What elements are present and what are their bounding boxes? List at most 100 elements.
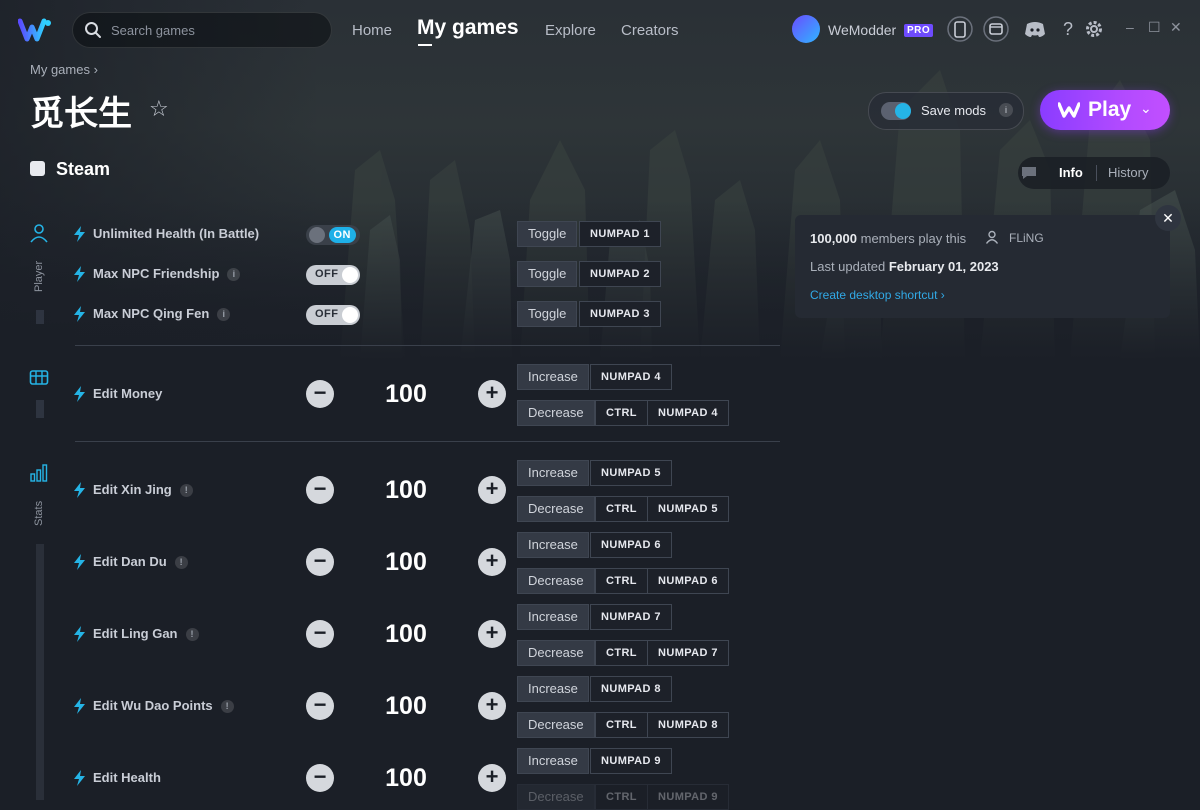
close-window-button[interactable]: ✕	[1170, 20, 1184, 34]
hotkey-key[interactable]: NUMPAD 8	[590, 676, 672, 702]
info-icon[interactable]: i	[217, 308, 231, 321]
increase-button[interactable]: +	[478, 548, 506, 576]
tab-info[interactable]: Info	[1059, 165, 1083, 180]
hotkey-action[interactable]: Decrease	[517, 784, 595, 810]
mod-toggle[interactable]: ON	[306, 225, 360, 245]
comment-icon[interactable]	[1021, 166, 1037, 180]
hotkey-key[interactable]: NUMPAD 4	[590, 364, 672, 390]
hotkey-action[interactable]: Decrease	[517, 640, 595, 666]
hotkey-action[interactable]: Decrease	[517, 568, 595, 594]
hotkey-modifier[interactable]: CTRL	[595, 496, 648, 522]
nav-creators[interactable]: Creators	[621, 22, 679, 39]
sidebar-scroll-track[interactable]	[36, 544, 44, 800]
decrease-button[interactable]: −	[306, 476, 334, 504]
player-icon[interactable]	[29, 223, 49, 243]
nav-active-indicator	[418, 44, 432, 46]
hotkey-key[interactable]: NUMPAD 4	[647, 400, 729, 426]
increase-button[interactable]: +	[478, 764, 506, 792]
hotkey-action[interactable]: Toggle	[517, 301, 578, 327]
stats-icon[interactable]	[29, 463, 49, 483]
hotkey-key[interactable]: NUMPAD 9	[647, 784, 729, 810]
info-icon[interactable]: i	[999, 103, 1013, 117]
nav-my-games[interactable]: My games	[417, 16, 519, 40]
mod-name: Unlimited Health (In Battle)	[93, 226, 260, 241]
hotkey-action[interactable]: Increase	[517, 532, 589, 558]
create-shortcut-link[interactable]: Create desktop shortcut ›	[810, 288, 945, 302]
warning-icon[interactable]: !	[220, 700, 234, 713]
mod-toggle[interactable]: OFF	[306, 305, 360, 325]
hotkey-action[interactable]: Toggle	[517, 221, 578, 247]
nav-home[interactable]: Home	[352, 22, 392, 39]
mod-value[interactable]: 100	[356, 380, 456, 409]
hotkey-action[interactable]: Increase	[517, 364, 589, 390]
hotkey-modifier[interactable]: CTRL	[595, 784, 648, 810]
settings-gear-icon[interactable]	[1081, 16, 1107, 42]
mod-toggle[interactable]: OFF	[306, 265, 360, 285]
search-input[interactable]: Search games	[72, 12, 332, 48]
hotkey-modifier[interactable]: CTRL	[595, 568, 648, 594]
help-icon[interactable]: ?	[1055, 16, 1081, 42]
hotkey-action[interactable]: Increase	[517, 748, 589, 774]
hotkey-key[interactable]: NUMPAD 6	[590, 532, 672, 558]
mod-value[interactable]: 100	[356, 476, 456, 505]
tab-history[interactable]: History	[1108, 165, 1148, 180]
hotkey-key[interactable]: NUMPAD 2	[579, 261, 661, 287]
hotkey-action[interactable]: Increase	[517, 460, 589, 486]
hotkey-key[interactable]: NUMPAD 8	[647, 712, 729, 738]
discord-icon[interactable]	[1022, 16, 1048, 42]
increase-button[interactable]: +	[478, 620, 506, 648]
hotkey-action[interactable]: Decrease	[517, 712, 595, 738]
maximize-button[interactable]: ☐	[1148, 20, 1162, 34]
info-icon[interactable]: i	[227, 268, 241, 281]
mod-value[interactable]: 100	[356, 692, 456, 721]
warning-icon[interactable]: !	[174, 556, 188, 569]
close-icon[interactable]: ✕	[1155, 205, 1181, 231]
hotkey-modifier[interactable]: CTRL	[595, 640, 648, 666]
play-button[interactable]: Play ⌄	[1040, 90, 1170, 130]
decrease-button[interactable]: −	[306, 692, 334, 720]
hotkey-modifier[interactable]: CTRL	[595, 400, 648, 426]
phone-icon[interactable]	[947, 16, 973, 42]
decrease-button[interactable]: −	[306, 620, 334, 648]
overlay-icon[interactable]	[983, 16, 1009, 42]
chevron-down-icon[interactable]: ⌄	[1140, 100, 1152, 117]
increase-button[interactable]: +	[478, 380, 506, 408]
save-mods-switch[interactable]	[881, 102, 911, 120]
inventory-chest-icon[interactable]	[29, 367, 49, 387]
hotkey-key[interactable]: NUMPAD 5	[590, 460, 672, 486]
breadcrumb[interactable]: My games ›	[30, 62, 98, 77]
hotkey-action[interactable]: Decrease	[517, 400, 595, 426]
hotkey-action[interactable]: Toggle	[517, 261, 578, 287]
hotkey-key[interactable]: NUMPAD 5	[647, 496, 729, 522]
bolt-icon	[74, 626, 85, 642]
warning-icon[interactable]: !	[179, 484, 193, 497]
hotkey-key[interactable]: NUMPAD 7	[590, 604, 672, 630]
top-bar: Search games Home My games Explore Creat…	[0, 0, 1200, 60]
mod-value[interactable]: 100	[356, 764, 456, 793]
hotkey-key[interactable]: NUMPAD 6	[647, 568, 729, 594]
nav-explore[interactable]: Explore	[545, 22, 596, 39]
hotkey-modifier[interactable]: CTRL	[595, 712, 648, 738]
hotkey-action[interactable]: Increase	[517, 676, 589, 702]
mod-value[interactable]: 100	[356, 620, 456, 649]
mod-value[interactable]: 100	[356, 548, 456, 577]
favorite-star-icon[interactable]: ☆	[149, 96, 169, 122]
warning-icon[interactable]: !	[185, 628, 199, 641]
decrease-button[interactable]: −	[306, 764, 334, 792]
hotkey-key[interactable]: NUMPAD 7	[647, 640, 729, 666]
increase-button[interactable]: +	[478, 476, 506, 504]
hotkey-key[interactable]: NUMPAD 9	[590, 748, 672, 774]
mod-name: Max NPC Qing Fen	[93, 306, 210, 321]
sidebar-player-label: Player	[33, 260, 45, 292]
increase-button[interactable]: +	[478, 692, 506, 720]
hotkey-action[interactable]: Increase	[517, 604, 589, 630]
hotkey-key[interactable]: NUMPAD 3	[579, 301, 661, 327]
hotkey-action[interactable]: Decrease	[517, 496, 595, 522]
decrease-button[interactable]: −	[306, 548, 334, 576]
mod-name: Edit Wu Dao Points	[93, 698, 213, 713]
wemod-logo[interactable]	[18, 15, 52, 45]
decrease-button[interactable]: −	[306, 380, 334, 408]
hotkey-key[interactable]: NUMPAD 1	[579, 221, 661, 247]
save-mods-toggle[interactable]: Save mods i	[868, 92, 1024, 130]
minimize-button[interactable]: –	[1126, 20, 1140, 34]
